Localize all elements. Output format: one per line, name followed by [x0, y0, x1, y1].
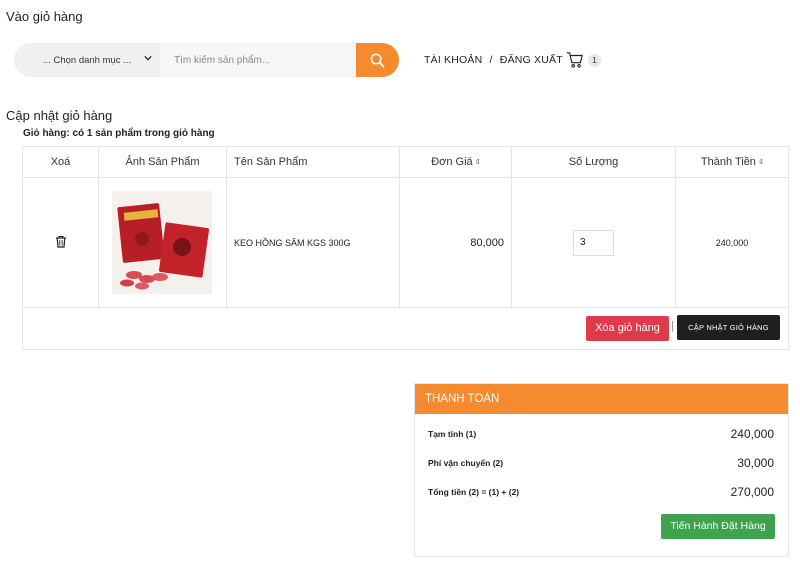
cart-table-container: Xoá Ảnh Sản Phẩm Tên Sản Phẩm Đơn Giá ₫ …	[22, 146, 789, 350]
page-title: Vào giỏ hàng	[6, 9, 83, 24]
category-select-value: ... Chọn danh mục ...	[42, 54, 132, 66]
grand-total-label: Tổng tiền (2) = (1) + (2)	[428, 487, 520, 497]
table-row: KEO HỒNG SÂM KGS 300G 80,000 3 240,000	[22, 177, 789, 308]
image-cell	[98, 177, 227, 308]
shipping-value: 30,000	[737, 456, 774, 470]
product-price: 80,000	[399, 177, 512, 308]
search-bar: ... Chọn danh mục ... Tìm kiếm sản phẩm.…	[14, 43, 399, 77]
checkout-button[interactable]: Tiến Hành Đặt Hàng	[661, 514, 775, 539]
column-header-name: Tên Sản Phẩm	[226, 146, 400, 178]
product-photo	[112, 191, 212, 294]
cart-icon[interactable]	[566, 51, 584, 69]
table-header-row: Xoá Ảnh Sản Phẩm Tên Sản Phẩm Đơn Giá ₫ …	[22, 146, 789, 178]
product-name: KEO HỒNG SÂM KGS 300G	[226, 177, 400, 308]
product-line-total: 240,000	[675, 177, 789, 308]
cart-section-title: Cập nhật giỏ hàng	[6, 108, 113, 123]
search-input[interactable]: Tìm kiếm sản phẩm...	[160, 43, 356, 77]
cart-table: Xoá Ảnh Sản Phẩm Tên Sản Phẩm Đơn Giá ₫ …	[22, 146, 789, 308]
update-cart-button[interactable]: CẬP NHẬT GIỎ HÀNG	[677, 315, 780, 340]
account-links: TÀI KHOẢN / ĐĂNG XUẤT	[424, 54, 563, 66]
search-button[interactable]	[356, 43, 399, 77]
search-icon	[370, 53, 385, 67]
subtotal-label: Tạm tính (1)	[428, 429, 477, 439]
payment-box: THANH TOÁN Tạm tính (1) 240,000 Phí vận …	[414, 383, 789, 557]
clear-cart-button[interactable]: Xóa giỏ hàng	[586, 316, 669, 341]
shipping-label: Phí vận chuyển (2)	[428, 458, 504, 468]
shipping-row: Phí vận chuyển (2) 30,000	[428, 456, 774, 470]
column-header-price-label: Đơn Giá	[431, 156, 473, 168]
quantity-input[interactable]: 3	[573, 229, 614, 256]
chevron-down-icon	[144, 55, 152, 61]
product-image[interactable]	[112, 191, 212, 294]
delete-cell	[22, 177, 99, 308]
category-select[interactable]: ... Chọn danh mục ...	[14, 43, 160, 77]
logout-link[interactable]: ĐĂNG XUẤT	[500, 54, 563, 66]
cart-summary: Giỏ hàng: có 1 sản phẩm trong giỏ hàng	[23, 128, 215, 139]
subtotal-row: Tạm tính (1) 240,000	[428, 427, 774, 441]
account-link[interactable]: TÀI KHOẢN	[424, 54, 482, 66]
currency-mark: ₫	[759, 158, 764, 167]
payment-title: THANH TOÁN	[415, 384, 788, 414]
grand-total-value: 270,000	[730, 485, 774, 499]
column-header-quantity: Số Lượng	[511, 146, 676, 178]
quantity-cell: 3	[511, 177, 676, 308]
account-separator: /	[489, 54, 493, 66]
cart-count-badge: 1	[588, 54, 601, 67]
column-header-price[interactable]: Đơn Giá ₫	[399, 146, 512, 178]
grand-total-row: Tổng tiền (2) = (1) + (2) 270,000	[428, 485, 774, 499]
button-separator: |	[671, 320, 674, 332]
subtotal-value: 240,000	[730, 427, 774, 441]
column-header-image: Ảnh Sản Phẩm	[98, 146, 227, 178]
column-header-delete: Xoá	[22, 146, 99, 178]
currency-mark: ₫	[475, 158, 480, 167]
trash-icon[interactable]	[55, 235, 67, 248]
column-header-total[interactable]: Thành Tiền ₫	[675, 146, 789, 178]
column-header-total-label: Thành Tiền	[700, 156, 756, 168]
